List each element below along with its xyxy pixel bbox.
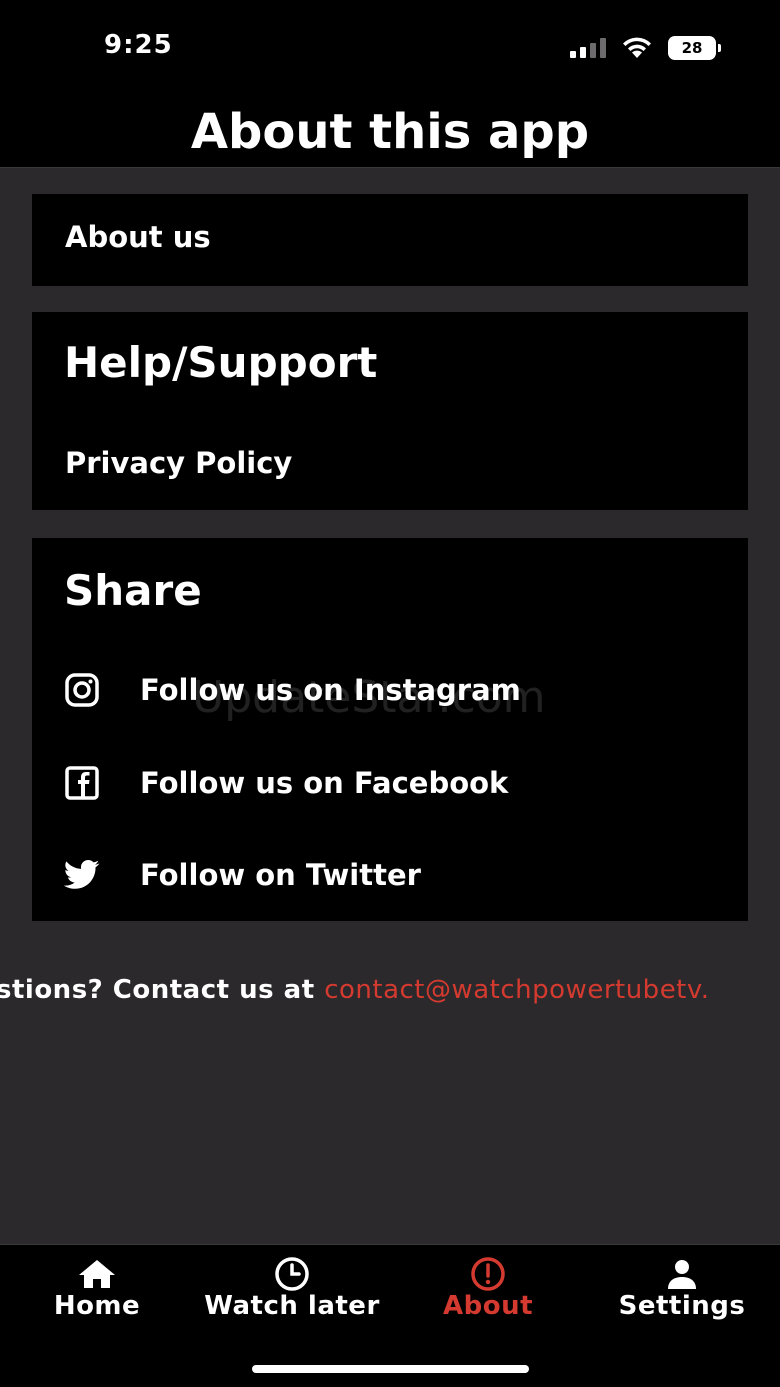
follow-instagram-label: Follow us on Instagram — [140, 673, 521, 707]
about-us-card[interactable]: About us — [32, 194, 748, 286]
tab-settings-label: Settings — [618, 1291, 746, 1321]
contact-line: stions? Contact us at contact@watchpower… — [0, 975, 710, 1005]
help-support-card: Help/Support Privacy Policy — [32, 312, 748, 510]
share-heading: Share — [64, 566, 202, 615]
twitter-icon — [64, 857, 100, 893]
contact-email-link[interactable]: contact@watchpowertubetv. — [324, 975, 709, 1005]
follow-twitter-item[interactable]: Follow on Twitter — [64, 855, 421, 895]
page-title: About this app — [190, 104, 590, 160]
clock-icon — [274, 1257, 310, 1291]
about-us-item[interactable]: About us — [65, 220, 211, 254]
tab-watch-later-label: Watch later — [204, 1291, 380, 1321]
tab-home-label: Home — [53, 1291, 141, 1321]
exclamation-circle-icon — [470, 1257, 506, 1291]
tab-about-label: About — [442, 1291, 534, 1321]
status-icons: 28 — [570, 34, 721, 62]
top-bar: 9:25 28 About this app — [0, 0, 780, 168]
battery-icon: 28 — [668, 36, 721, 60]
tab-watch-later[interactable]: Watch later — [202, 1257, 382, 1327]
follow-facebook-label: Follow us on Facebook — [140, 766, 509, 800]
follow-facebook-item[interactable]: Follow us on Facebook — [64, 763, 508, 803]
status-time: 9:25 — [104, 30, 173, 60]
follow-twitter-label: Follow on Twitter — [140, 858, 421, 892]
facebook-icon — [64, 765, 100, 801]
tab-about[interactable]: About — [440, 1257, 536, 1327]
follow-instagram-item[interactable]: Follow us on Instagram — [64, 670, 521, 710]
tab-home[interactable]: Home — [52, 1257, 142, 1327]
wifi-icon — [623, 37, 651, 58]
person-icon — [665, 1257, 699, 1291]
share-card: Share Follow us on Instagram Follow us o… — [32, 538, 748, 921]
cellular-signal-icon — [570, 38, 606, 58]
home-icon — [77, 1257, 117, 1291]
instagram-icon — [64, 672, 100, 708]
help-support-heading[interactable]: Help/Support — [64, 338, 377, 387]
tab-settings[interactable]: Settings — [616, 1257, 748, 1327]
privacy-policy-item[interactable]: Privacy Policy — [65, 446, 292, 480]
about-screen: 9:25 28 About this app About us Help/Sup… — [0, 0, 780, 1387]
home-indicator[interactable] — [252, 1365, 529, 1373]
contact-prefix: stions? Contact us at — [0, 975, 325, 1005]
